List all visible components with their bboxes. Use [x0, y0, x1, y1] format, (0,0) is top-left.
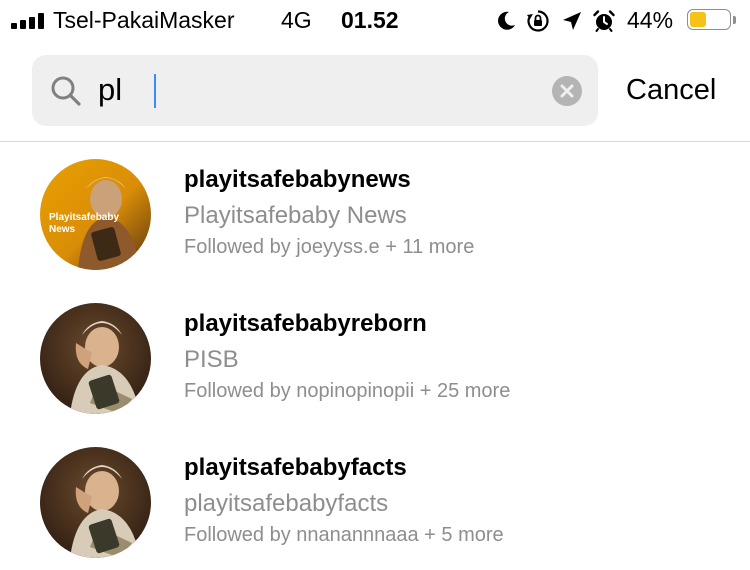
status-bar: Tsel-PakaiMasker 4G 01.52 44% [0, 0, 750, 44]
result-full-name: Playitsafebaby News [184, 202, 407, 229]
rotation-lock-icon [527, 10, 549, 32]
search-result-item[interactable]: Playitsafebaby News playitsafebabynews P… [0, 142, 750, 282]
search-input[interactable] [98, 68, 498, 112]
svg-text:News: News [49, 224, 76, 235]
search-result-item[interactable]: playitsafebabyreborn PISB Followed by no… [0, 286, 750, 426]
avatar[interactable]: Playitsafebaby News [40, 159, 151, 270]
carrier-name: Tsel-PakaiMasker [53, 7, 235, 33]
text-caret [154, 74, 156, 108]
result-username[interactable]: playitsafebabyreborn [184, 310, 427, 338]
battery-cap [733, 16, 736, 24]
status-time: 01.52 [341, 7, 399, 33]
alarm-icon [593, 10, 615, 32]
location-arrow-icon [563, 12, 581, 30]
avatar[interactable] [40, 447, 151, 558]
result-username[interactable]: playitsafebabynews [184, 166, 411, 194]
result-followed-by: Followed by nnanannnaaa + 5 more [184, 524, 504, 546]
result-username[interactable]: playitsafebabyfacts [184, 454, 407, 482]
moon-icon [498, 11, 515, 30]
avatar-overlay-text: Playitsafebaby [49, 212, 119, 223]
battery-icon [687, 9, 731, 30]
search-bar[interactable] [32, 55, 598, 126]
search-icon [51, 76, 81, 106]
result-full-name: PISB [184, 346, 239, 373]
network-type: 4G [281, 7, 312, 33]
signal-strength-icon [11, 13, 45, 29]
clear-search-icon[interactable] [552, 76, 582, 106]
result-followed-by: Followed by nopinopinopii + 25 more [184, 380, 511, 402]
result-full-name: playitsafebabyfacts [184, 490, 389, 517]
avatar[interactable] [40, 303, 151, 414]
battery-percent: 44% [627, 7, 674, 33]
result-followed-by: Followed by joeyyss.e + 11 more [184, 236, 475, 258]
cancel-button[interactable]: Cancel [626, 74, 716, 107]
search-result-item[interactable]: playitsafebabyfacts playitsafebabyfacts … [0, 430, 750, 570]
